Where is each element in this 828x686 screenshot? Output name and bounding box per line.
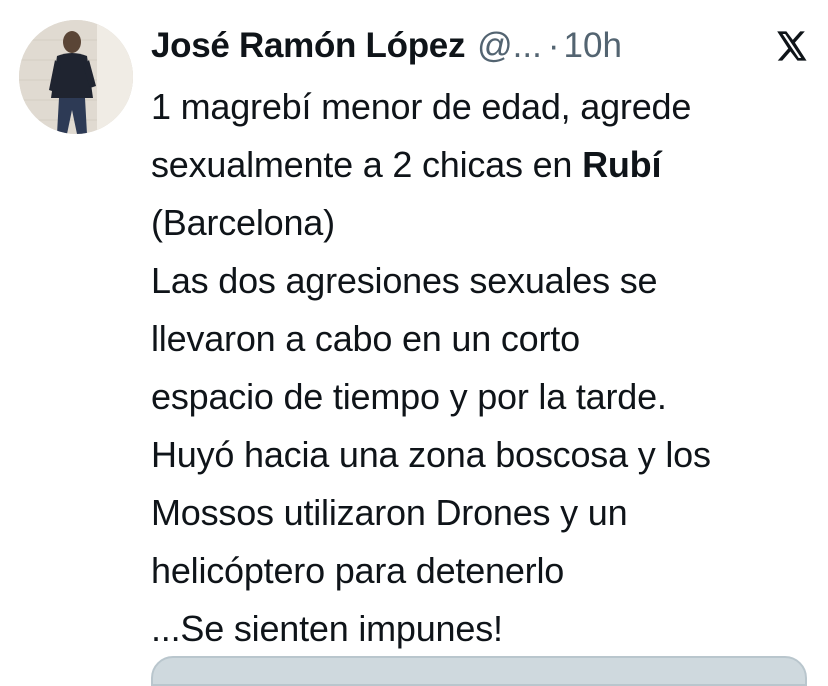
tweet-line: 1 magrebí menor de edad, agrede [151,86,692,127]
x-logo-glyph [777,31,807,61]
x-logo-icon[interactable] [776,31,808,61]
tweet-line: espacio de tiempo y por la tarde. [151,376,667,417]
tweet-header: José Ramón López @... · 10h [151,24,622,68]
timestamp[interactable]: 10h [564,24,622,68]
tweet-line: Las dos agresiones sexuales se [151,260,658,301]
tweet-line: sexualmente a 2 chicas en Rubí [151,136,821,194]
tweet-line: helicóptero para detenerlo [151,550,565,591]
tweet-line: (Barcelona) [151,202,335,243]
tweet-line: Mossos utilizaron Drones y un [151,492,628,533]
tweet-card[interactable]: José Ramón López @... · 10h 1 magrebí me… [0,0,828,686]
author-name[interactable]: José Ramón López [151,24,465,68]
avatar[interactable] [19,20,133,134]
tweet-line: Huyó hacia una zona boscosa y los [151,434,711,475]
media-card-edge[interactable] [151,656,807,686]
separator-dot: · [547,26,560,65]
tweet-line-text: sexualmente a 2 chicas en [151,144,583,185]
tweet-line: llevaron a cabo en un corto [151,318,580,359]
avatar-photo [19,20,133,134]
author-handle[interactable]: @... [477,24,542,68]
tweet-line: ...Se sienten impunes! [151,608,503,649]
tweet-text: 1 magrebí menor de edad, agrede sexualme… [151,78,821,658]
tweet-bold-place: Rubí [582,144,662,185]
